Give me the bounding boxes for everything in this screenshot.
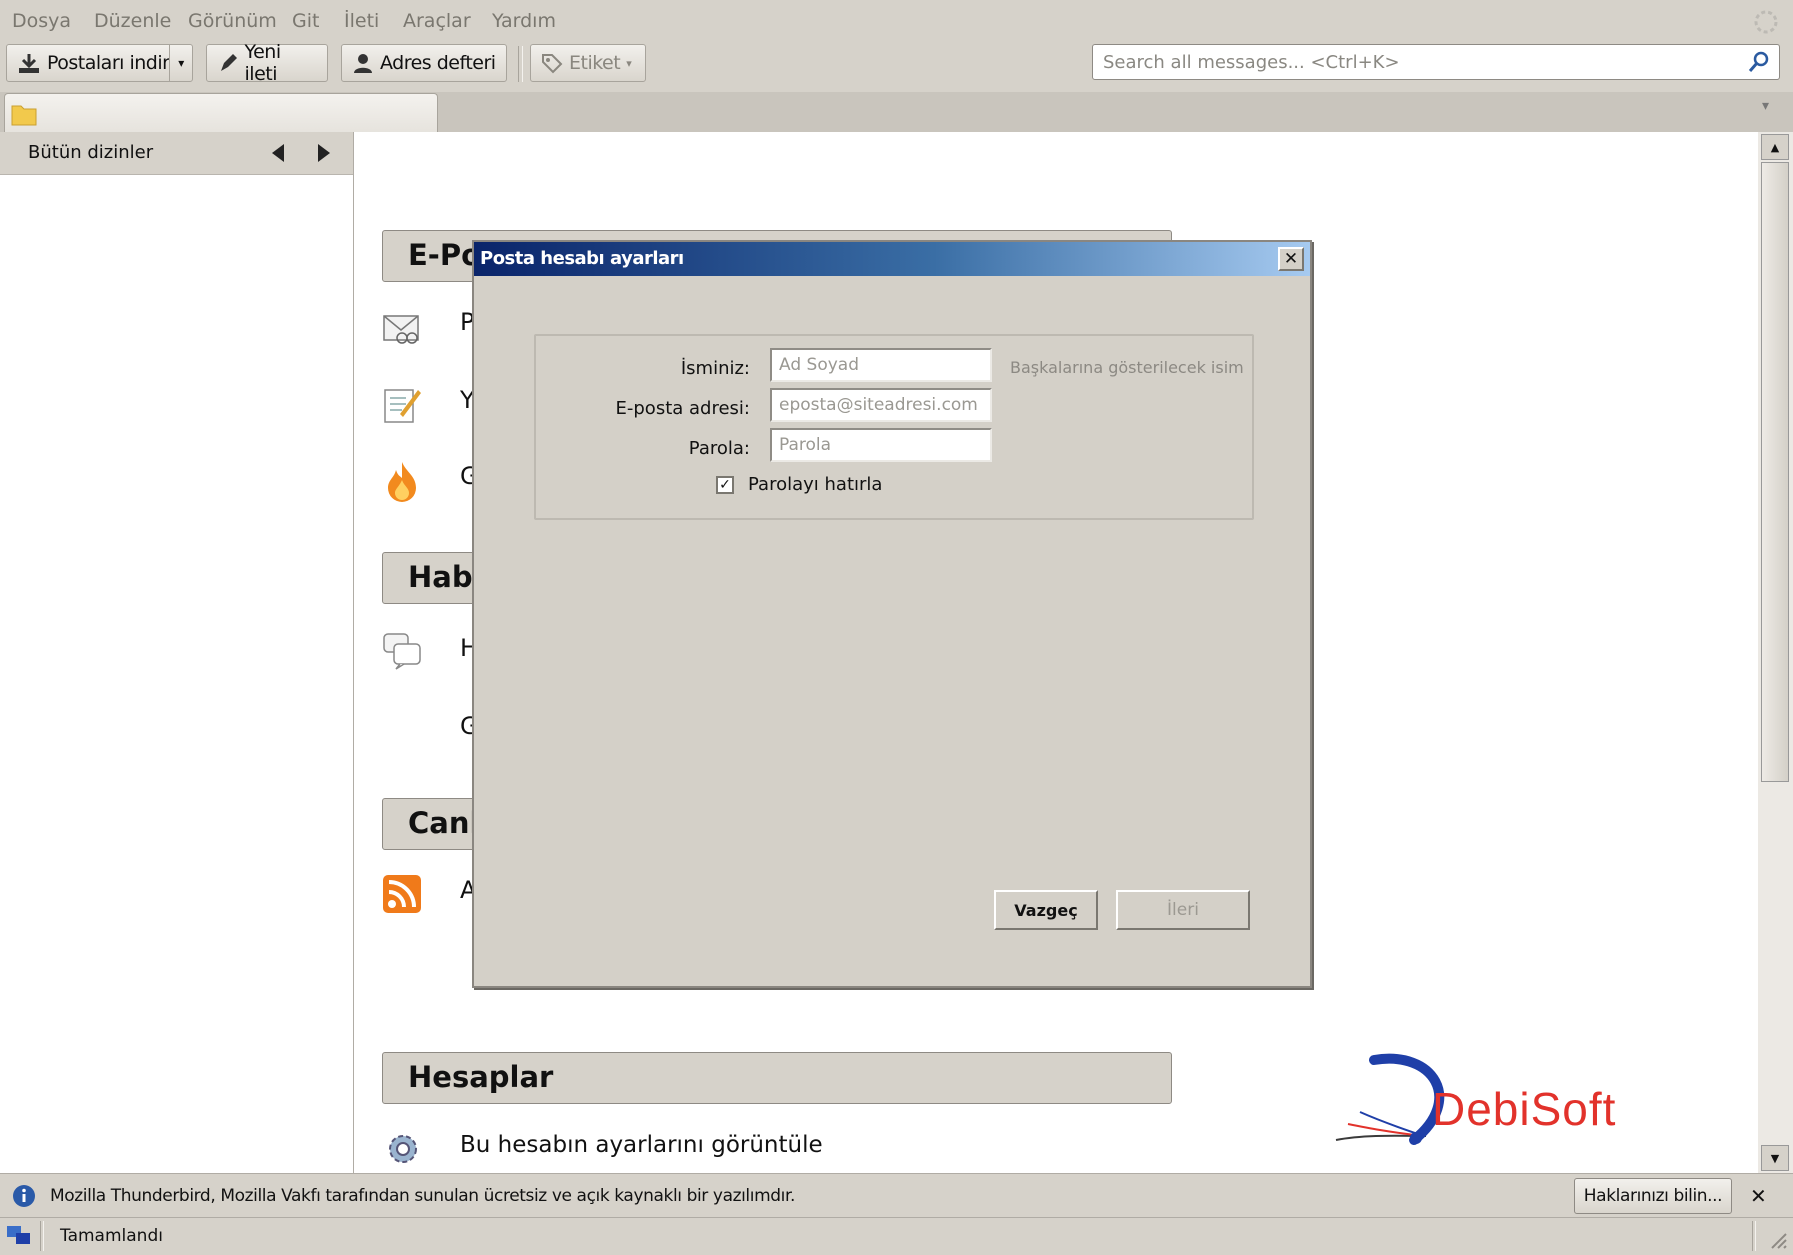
chevron-down-icon[interactable]: ▾ [169,45,192,81]
get-mail-label: Postaları indir [47,52,170,74]
scroll-up-arrow-icon[interactable]: ▲ [1761,134,1789,160]
download-icon [19,54,39,73]
password-value: Parola [779,435,832,455]
get-mail-button[interactable]: Postaları indir ▾ [6,44,193,82]
name-value: Ad Soyad [779,355,859,375]
close-icon[interactable]: ✕ [1750,1184,1767,1208]
arrow-right-icon[interactable] [314,142,334,164]
menu-duzenle[interactable]: Düzenle [94,10,171,32]
vertical-scrollbar[interactable]: ▲ ▼ [1758,132,1793,1173]
tab-bar: ▾ [0,92,1793,133]
menu-bar: Dosya Düzenle Görünüm Git İleti Araçlar … [0,0,1793,42]
new-message-label: Yeni ileti [244,41,282,85]
search-input[interactable]: Search all messages... <Ctrl+K> [1092,44,1780,80]
name-hint: Başkalarına gösterilecek isim [1010,358,1244,377]
name-label: İsminiz: [680,358,750,379]
mail-read-icon [383,315,419,344]
menu-yardim[interactable]: Yardım [492,10,556,32]
folder-icon [11,105,37,126]
remember-password-checkbox[interactable]: ✓ [716,476,734,494]
folder-view-label: Bütün dizinler [28,142,154,163]
logo-text: DebiSoft [1432,1083,1617,1135]
status-separator [40,1221,44,1251]
view-account-settings-link[interactable]: Bu hesabın ayarlarını görüntüle [460,1132,823,1158]
next-button[interactable]: İleri [1116,890,1250,930]
person-icon [354,54,372,73]
notification-message: Mozilla Thunderbird, Mozilla Vakfı taraf… [50,1186,795,1206]
status-separator [1752,1221,1756,1251]
search-placeholder: Search all messages... <Ctrl+K> [1103,52,1400,73]
scroll-thumb[interactable] [1761,162,1789,782]
pencil-icon [221,54,237,71]
compose-icon [384,389,421,423]
info-icon [13,1185,35,1207]
menu-ileti[interactable]: İleti [344,10,379,32]
scroll-down-arrow-icon[interactable]: ▼ [1761,1145,1789,1171]
address-book-label: Adres defteri [380,52,496,74]
toolbar-separator [518,46,523,82]
status-bar: Tamamlandı [0,1217,1793,1255]
dialog-titlebar[interactable]: Posta hesabı ayarları ✕ [474,242,1310,276]
next-label: İleri [1167,900,1199,920]
filter-flame-icon [388,462,416,502]
cancel-label: Vazgeç [1014,900,1078,920]
account-fields-group: İsminiz: Ad Soyad Başkalarına gösterilec… [534,334,1254,520]
resize-grip-icon[interactable] [1768,1230,1788,1250]
menu-gorunum[interactable]: Görünüm [188,10,277,32]
menu-git[interactable]: Git [292,10,319,32]
tab-list-icon[interactable]: ▾ [1762,98,1769,114]
toolbar: Postaları indir ▾ Yeni ileti Adres defte… [0,41,1793,92]
account-setup-dialog: Posta hesabı ayarları ✕ İsminiz: Ad Soya… [472,240,1312,988]
new-message-button[interactable]: Yeni ileti [206,41,328,85]
throbber-icon [1754,10,1778,34]
menu-araclar[interactable]: Araçlar [403,10,471,32]
rss-feed-icon [383,875,421,913]
address-book-button[interactable]: Adres defteri [341,44,507,82]
section-header-accounts: Hesaplar [382,1052,1172,1104]
email-field[interactable]: eposta@siteadresi.com [770,388,992,422]
menu-dosya[interactable]: Dosya [12,10,71,32]
arrow-left-icon[interactable] [268,142,288,164]
notification-bar: Mozilla Thunderbird, Mozilla Vakfı taraf… [0,1173,1793,1218]
password-field[interactable]: Parola [770,428,992,462]
name-field[interactable]: Ad Soyad [770,348,992,382]
email-value: eposta@siteadresi.com [779,395,978,415]
know-your-rights-button[interactable]: Haklarınızı bilin... [1574,1178,1732,1214]
dialog-title: Posta hesabı ayarları [480,248,684,269]
chat-bubbles-icon [383,633,421,670]
offline-status-icon[interactable] [6,1224,32,1248]
status-text: Tamamlandı [60,1226,163,1246]
folder-pane-header: Bütün dizinler [0,132,353,175]
tag-label: Etiket [569,52,621,74]
debisoft-logo: DebiSoft [1304,1052,1624,1172]
settings-gear-icon [389,1135,417,1163]
password-label: Parola: [688,438,750,459]
cancel-button[interactable]: Vazgeç [994,890,1098,930]
tag-icon [542,54,563,74]
tab-folder[interactable] [4,93,438,133]
search-icon[interactable] [1747,50,1771,74]
chevron-down-icon: ▾ [626,56,632,70]
dialog-close-icon[interactable]: ✕ [1278,247,1304,271]
email-label: E-posta adresi: [615,398,750,419]
folder-pane: Bütün dizinler [0,132,354,1173]
tag-button[interactable]: Etiket ▾ [530,44,646,82]
remember-password-label[interactable]: Parolayı hatırla [748,474,882,495]
know-your-rights-label: Haklarınızı bilin... [1583,1186,1723,1206]
